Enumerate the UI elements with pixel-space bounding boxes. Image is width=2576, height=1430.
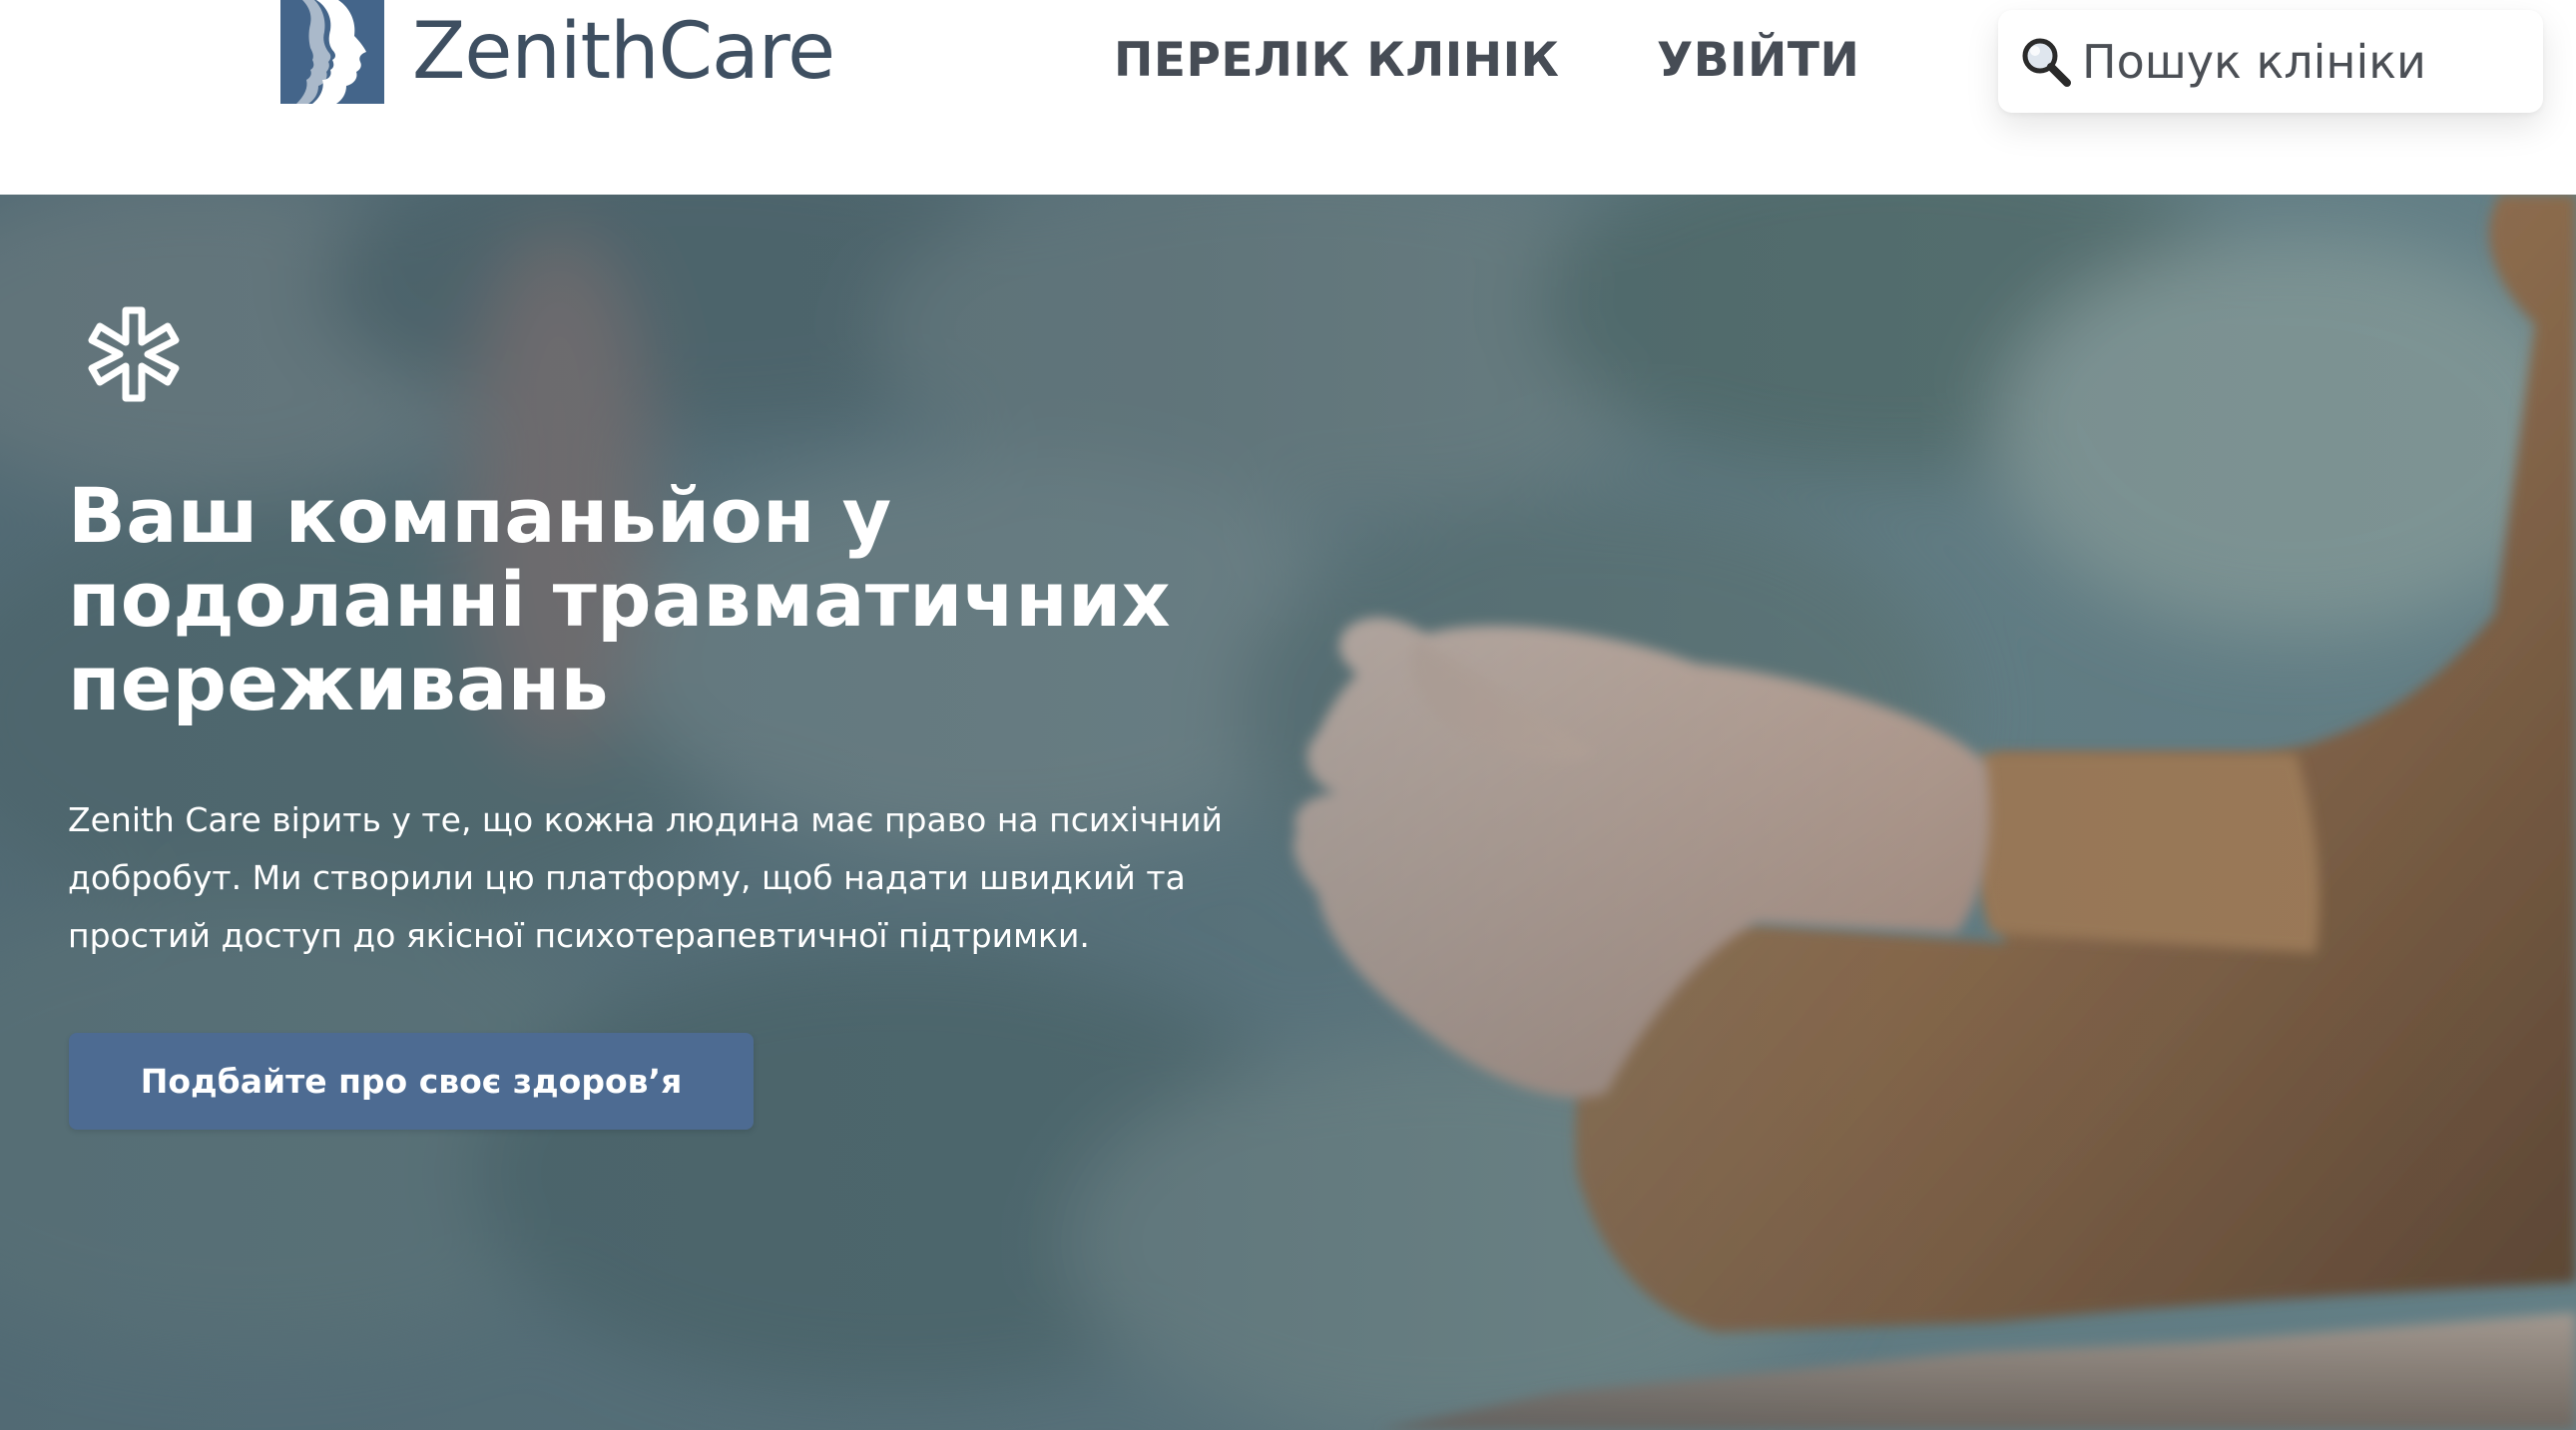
clinic-search-box[interactable] (1998, 10, 2543, 113)
site-header: ZenithCare ПЕРЕЛІК КЛІНІК УВІЙТИ (0, 0, 2576, 195)
magnifier-search-icon (2020, 36, 2072, 88)
brand-name: ZenithCare (412, 7, 835, 97)
nav-login-link[interactable]: УВІЙТИ (1657, 33, 1859, 89)
hero-description: Zenith Care вірить у те, що кожна людина… (68, 800, 1223, 955)
clinic-search-input[interactable] (2082, 26, 2511, 97)
face-profile-logo-icon (280, 0, 384, 104)
brand-logo[interactable]: ZenithCare (280, 0, 835, 104)
hero-title: Ваш компаньйон у подоланні травматичних … (68, 471, 1171, 727)
take-care-cta-button[interactable]: Подбайте про своє здоров’я (69, 1033, 754, 1130)
hero-section: Ваш компаньйон у подоланні травматичних … (0, 195, 2576, 1430)
asterisk-icon (88, 306, 180, 402)
nav-clinics-link[interactable]: ПЕРЕЛІК КЛІНІК (1114, 33, 1559, 89)
